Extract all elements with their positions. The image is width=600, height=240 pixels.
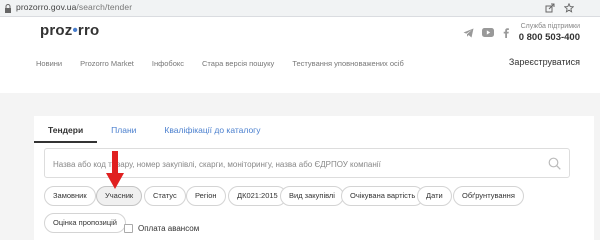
filter-expected-value[interactable]: Очікувана вартість xyxy=(341,186,425,206)
filter-justification[interactable]: Обґрунтування xyxy=(453,186,524,206)
nav-testing-authorized[interactable]: Тестування уповноважених осіб xyxy=(292,59,403,68)
search-icon[interactable] xyxy=(548,157,561,170)
search-tabs: Тендери Плани Кваліфікації до каталогу xyxy=(34,116,275,143)
tab-catalog-qualifications[interactable]: Кваліфікації до каталогу xyxy=(150,116,274,143)
filter-proposal-evaluation[interactable]: Оцінка пропозицій xyxy=(44,213,126,233)
nav-old-search[interactable]: Стара версія пошуку xyxy=(202,59,274,68)
filter-customer[interactable]: Замовник xyxy=(44,186,96,206)
nav-prozorro-market[interactable]: Prozorro Market xyxy=(80,59,134,68)
url-text[interactable]: prozorro.gov.ua/search/tender xyxy=(16,2,132,12)
youtube-icon[interactable] xyxy=(482,28,494,37)
red-arrow-annotation xyxy=(106,151,124,189)
support-label: Служба підтримки xyxy=(520,23,580,30)
advance-payment-option[interactable]: Оплата авансом xyxy=(124,224,199,233)
site-header: proz•rro Служба підтримки 0 800 503-400 … xyxy=(0,17,600,93)
filter-status[interactable]: Статус xyxy=(144,186,186,206)
nav-news[interactable]: Новини xyxy=(36,59,62,68)
tab-plans[interactable]: Плани xyxy=(97,116,150,143)
search-input[interactable] xyxy=(53,157,543,171)
prozorro-logo[interactable]: proz•rro xyxy=(40,22,99,39)
filter-dk021[interactable]: ДК021:2015 xyxy=(228,186,287,206)
bookmark-star-icon[interactable] xyxy=(564,3,574,13)
advance-payment-checkbox[interactable] xyxy=(124,224,133,233)
telegram-icon[interactable] xyxy=(463,28,474,38)
register-link[interactable]: Зареєструватися xyxy=(509,57,580,67)
advance-payment-label: Оплата авансом xyxy=(138,224,200,233)
main-nav: Новини Prozorro Market Інфобокс Стара ве… xyxy=(36,59,422,68)
nav-infobox[interactable]: Інфобокс xyxy=(152,59,184,68)
lock-icon xyxy=(5,4,11,13)
filter-procurement-type[interactable]: Вид закупівлі xyxy=(280,186,344,206)
support-phone[interactable]: 0 800 503-400 xyxy=(519,32,580,43)
browser-address-bar[interactable]: prozorro.gov.ua/search/tender xyxy=(0,0,600,17)
tab-tenders[interactable]: Тендери xyxy=(34,116,98,143)
facebook-icon[interactable] xyxy=(503,28,509,38)
filter-region[interactable]: Регіон xyxy=(186,186,226,206)
share-icon[interactable] xyxy=(545,3,555,13)
filter-dates[interactable]: Дати xyxy=(417,186,452,206)
